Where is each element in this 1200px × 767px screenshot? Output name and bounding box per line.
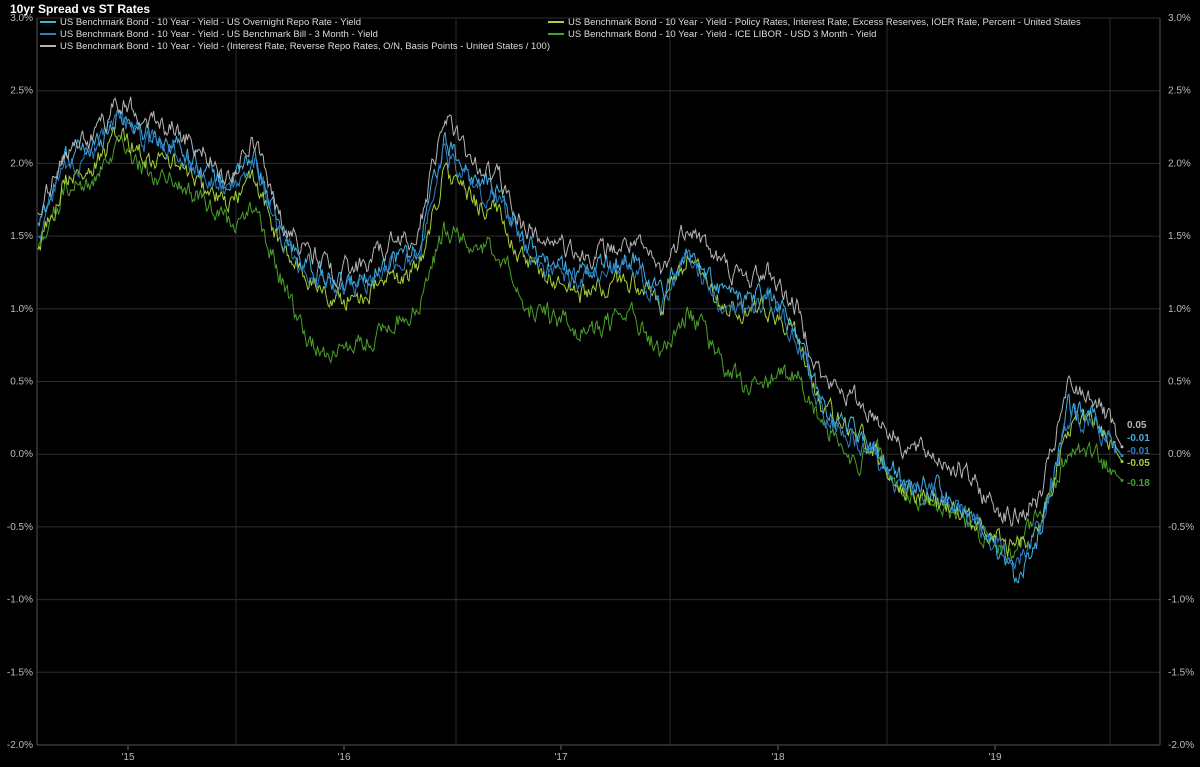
series-end-label: -0.18 — [1127, 478, 1150, 489]
y-tick-label-left: 0.5% — [10, 377, 33, 388]
legend-entry-label: US Benchmark Bond - 10 Year - Yield - US… — [60, 29, 378, 40]
x-tick-label: '19 — [988, 752, 1001, 763]
x-tick-label: '18 — [771, 752, 784, 763]
series-end-label: -0.01 — [1127, 446, 1150, 457]
chart: 3.0% 3.0%2.5% 2.5%2.0% 2.0%1.5% 1.5%1.0% 1.0%… — [0, 0, 1200, 767]
chart-background — [0, 0, 1200, 767]
y-tick-label-right: -1.0% — [1168, 595, 1194, 606]
y-tick-label-left: 0.0% — [10, 449, 33, 460]
series-end-label: 0.05 — [1127, 420, 1147, 431]
y-tick-label-right: 0.0% — [1168, 449, 1191, 460]
series-end-label: -0.05 — [1127, 458, 1150, 469]
y-tick-label-right: 0.5% — [1168, 377, 1191, 388]
y-tick-label-left: -1.5% — [7, 667, 33, 678]
legend-entry-label: US Benchmark Bond - 10 Year - Yield - US… — [60, 17, 361, 28]
series-end-point — [1120, 459, 1124, 463]
y-tick-label-left: -1.0% — [7, 595, 33, 606]
series-end-label: -0.01 — [1127, 433, 1150, 444]
series-end-point — [1120, 454, 1124, 458]
y-tick-label-left: 2.0% — [10, 158, 33, 169]
chart-title: 10yr Spread vs ST Rates — [10, 2, 150, 16]
y-tick-label-right: 2.0% — [1168, 158, 1191, 169]
y-tick-label-left: 2.5% — [10, 86, 33, 97]
y-tick-label-right: -2.0% — [1168, 740, 1194, 751]
legend-entry-label: US Benchmark Bond - 10 Year - Yield - Po… — [568, 17, 1081, 28]
y-tick-label-right: 1.0% — [1168, 304, 1191, 315]
y-tick-label-left: 1.5% — [10, 231, 33, 242]
x-tick-label: '17 — [554, 752, 567, 763]
legend-entry-label: US Benchmark Bond - 10 Year - Yield - IC… — [568, 29, 876, 40]
x-tick-label: '15 — [121, 752, 134, 763]
y-tick-label-right: 1.5% — [1168, 231, 1191, 242]
y-tick-label-left: -0.5% — [7, 522, 33, 533]
x-tick-label: '16 — [337, 752, 350, 763]
series-end-point — [1120, 478, 1124, 482]
legend-entry-label: US Benchmark Bond - 10 Year - Yield - (I… — [60, 41, 550, 52]
y-tick-label-left: 1.0% — [10, 304, 33, 315]
y-tick-label-left: -2.0% — [7, 740, 33, 751]
y-tick-label-right: -0.5% — [1168, 522, 1194, 533]
series-end-point — [1120, 445, 1124, 449]
y-tick-label-right: 3.0% — [1168, 13, 1191, 24]
y-tick-label-right: -1.5% — [1168, 667, 1194, 678]
y-tick-label-right: 2.5% — [1168, 86, 1191, 97]
